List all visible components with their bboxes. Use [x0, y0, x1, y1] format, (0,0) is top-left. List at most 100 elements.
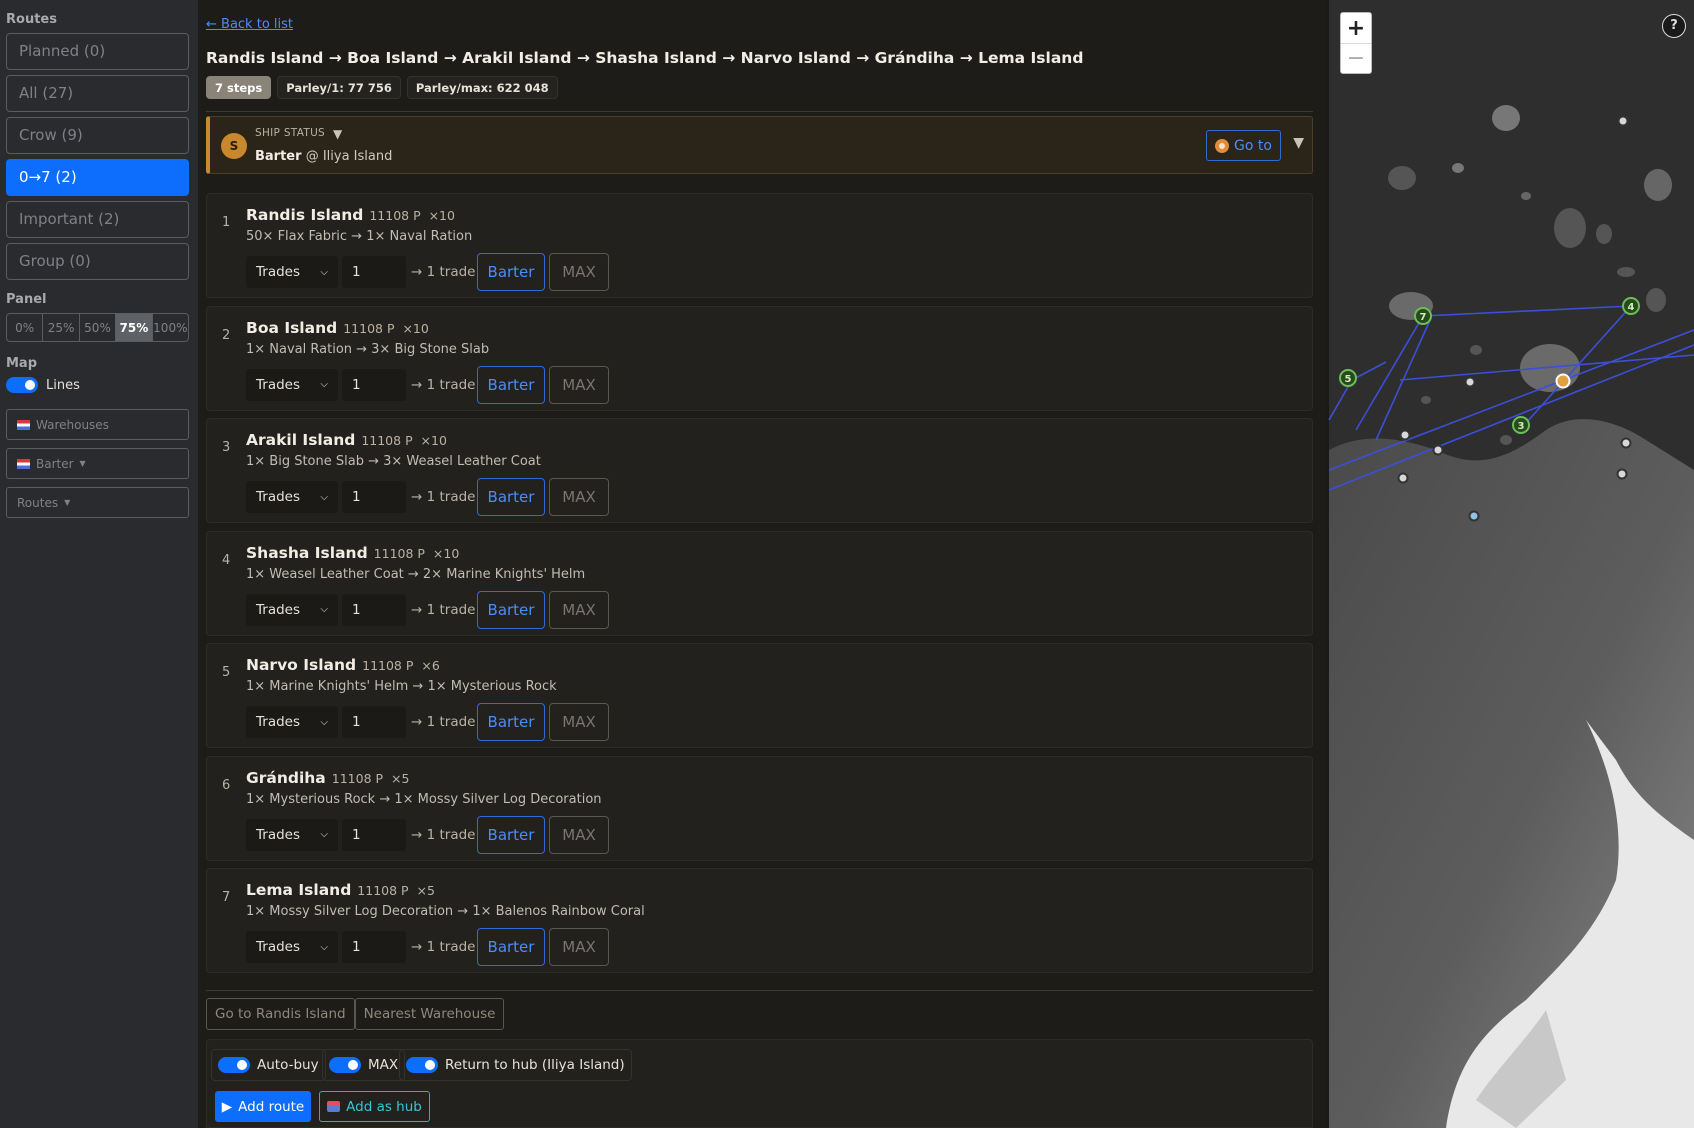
trades-select[interactable]: Trades ⌵	[246, 256, 338, 288]
route-filter-button[interactable]: Important (2)	[6, 201, 189, 238]
caret-down-icon: ▼	[64, 498, 71, 507]
play-icon: ▶	[221, 1098, 233, 1115]
panel-size-option[interactable]: 100%	[153, 314, 188, 341]
return-hub-switch[interactable]	[406, 1057, 438, 1073]
max-button[interactable]: MAX	[549, 478, 609, 516]
step-number: 7	[222, 890, 231, 905]
max-toggle[interactable]: MAX	[322, 1049, 406, 1081]
max-button[interactable]: MAX	[549, 928, 609, 966]
trade-count-text: → 1 trade	[411, 489, 476, 505]
max-button[interactable]: MAX	[549, 815, 609, 854]
trades-select[interactable]: Trades ⌵	[246, 593, 338, 626]
trade-quantity-input[interactable]: 1	[342, 706, 406, 738]
trades-select-value: Trades	[256, 826, 300, 843]
ship-status-caret-icon[interactable]: ▼	[333, 127, 342, 141]
collapse-icon[interactable]: ▼	[1293, 135, 1304, 151]
trade-count-text: → 1 trade	[411, 601, 476, 618]
go-to-first-stop-button[interactable]: Go to Randis Island	[206, 998, 355, 1030]
route-list: Planned (0) All (27) Crow (9) 0→7 (2) Import…	[6, 33, 192, 280]
max-switch[interactable]	[329, 1057, 361, 1073]
map-view[interactable]: 7 4 5 3 + − ?	[1326, 0, 1694, 1128]
back-to-list-link[interactable]: ← Back to list	[206, 17, 293, 32]
trade-quantity-input[interactable]: 1	[342, 481, 406, 513]
step-controls: Trades ⌵ 1 → 1 trade Barter MAX	[246, 253, 609, 291]
step-exchange: 1× Mossy Silver Log Decoration → 1× Bale…	[246, 904, 645, 919]
trade-count-text: → 1 trade	[411, 826, 476, 843]
auto-buy-label: Auto-buy	[257, 1057, 319, 1073]
route-filter-button[interactable]: 0→7 (2)	[6, 159, 189, 196]
max-toggle-label: MAX	[368, 1057, 399, 1073]
route-step: 5 Narvo Island 11108 P ×6 1× Marine Knights…	[206, 643, 1313, 748]
warehouses-filter[interactable]: Warehouses	[6, 409, 189, 440]
route-filter-button[interactable]: Crow (9)	[6, 117, 189, 154]
barter-button[interactable]: Barter	[477, 365, 545, 404]
max-button[interactable]: MAX	[549, 365, 609, 404]
auto-buy-toggle[interactable]: Auto-buy	[211, 1049, 326, 1081]
add-as-hub-button[interactable]: Add as hub	[319, 1091, 430, 1122]
trades-select[interactable]: Trades ⌵	[246, 706, 338, 738]
caret-down-icon: ▼	[79, 459, 86, 468]
barter-button[interactable]: Barter	[477, 703, 545, 741]
map-canvas[interactable]: 7 4 5 3	[1326, 0, 1694, 1128]
trades-select-value: Trades	[256, 939, 300, 955]
route-filter-button[interactable]: Group (0)	[6, 243, 189, 280]
step-number: 5	[222, 665, 231, 680]
trade-count-text: → 1 trade	[411, 939, 476, 955]
max-button[interactable]: MAX	[549, 703, 609, 741]
trade-quantity-input[interactable]: 1	[342, 818, 406, 851]
panel-size-option[interactable]: 25%	[43, 314, 80, 341]
goto-label: Go to	[1234, 137, 1272, 154]
steps-badge: 7 steps	[206, 76, 272, 99]
barter-button[interactable]: Barter	[477, 815, 545, 854]
add-route-label: Add route	[238, 1098, 305, 1115]
map-heading: Map	[6, 356, 38, 371]
route-step-marker-label: 3	[1518, 421, 1525, 432]
barter-button[interactable]: Barter	[477, 590, 545, 629]
trade-quantity-input[interactable]: 1	[342, 256, 406, 288]
ship-goto-button[interactable]: Go to	[1206, 130, 1281, 161]
lines-toggle[interactable]	[6, 377, 38, 393]
barter-filter[interactable]: Barter ▼	[6, 448, 189, 479]
step-island-name: Arakil Island	[246, 431, 356, 449]
trades-select[interactable]: Trades ⌵	[246, 368, 338, 401]
return-hub-toggle[interactable]: Return to hub (Iliya Island)	[399, 1049, 632, 1081]
add-route-button[interactable]: ▶ Add route	[215, 1091, 311, 1122]
trade-quantity-input[interactable]: 1	[342, 593, 406, 626]
route-filter-button[interactable]: Planned (0)	[6, 33, 189, 70]
step-exchange: 1× Naval Ration → 3× Big Stone Slab	[246, 341, 490, 357]
trades-select[interactable]: Trades ⌵	[246, 818, 338, 851]
panel-size-option[interactable]: 50%	[80, 314, 117, 341]
trade-quantity-input[interactable]: 1	[342, 368, 406, 401]
route-step-marker-label: 4	[1628, 302, 1635, 313]
routes-heading: Routes	[6, 12, 57, 27]
trade-quantity-input[interactable]: 1	[342, 931, 406, 963]
zoom-in-button[interactable]: +	[1341, 13, 1371, 43]
trades-select[interactable]: Trades ⌵	[246, 931, 338, 963]
max-button[interactable]: MAX	[549, 253, 609, 291]
trades-select[interactable]: Trades ⌵	[246, 481, 338, 513]
auto-buy-switch[interactable]	[218, 1057, 250, 1073]
barter-button[interactable]: Barter	[477, 253, 545, 291]
route-filter-button[interactable]: All (27)	[6, 75, 189, 112]
step-controls: Trades ⌵ 1 → 1 trade Barter MAX	[246, 928, 609, 966]
max-button[interactable]: MAX	[549, 590, 609, 629]
step-island-name: Shasha Island	[246, 543, 368, 562]
ship-status-card: S SHIP STATUS ▼ Barter @ Iliya Island Go…	[206, 116, 1313, 174]
lines-label: Lines	[46, 377, 80, 393]
chevron-down-icon: ⌵	[320, 266, 328, 278]
panel-size-option[interactable]: 75%	[116, 314, 153, 341]
route-detail-panel: ← Back to list Randis Island → Boa Islan…	[198, 0, 1326, 1128]
zoom-control: + −	[1340, 12, 1372, 74]
panel-size-option[interactable]: 0%	[7, 314, 44, 341]
step-controls: Trades ⌵ 1 → 1 trade Barter MAX	[246, 365, 609, 404]
help-icon[interactable]: ?	[1662, 14, 1686, 38]
chevron-down-icon: ⌵	[320, 604, 328, 615]
step-number: 1	[222, 215, 231, 230]
step-controls: Trades ⌵ 1 → 1 trade Barter MAX	[246, 590, 609, 629]
barter-button[interactable]: Barter	[477, 478, 545, 516]
routes-filter[interactable]: Routes ▼	[6, 487, 189, 518]
nearest-warehouse-button[interactable]: Nearest Warehouse	[354, 998, 505, 1030]
barter-button[interactable]: Barter	[477, 928, 545, 966]
zoom-out-button[interactable]: −	[1341, 43, 1371, 73]
route-step: 1 Randis Island 11108 P ×10 50× Flax Fabric…	[206, 193, 1313, 298]
